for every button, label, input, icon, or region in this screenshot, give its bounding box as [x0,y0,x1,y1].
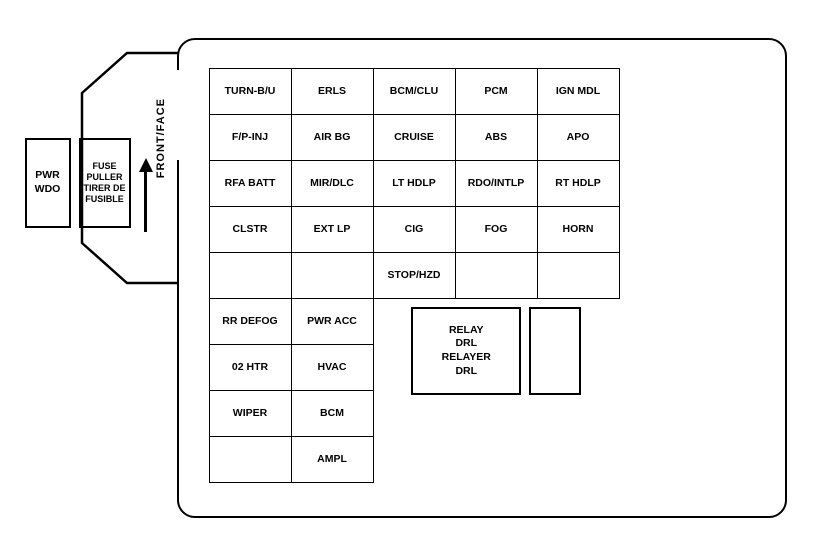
cell-apo: APO [537,115,619,161]
cell-rr-defog: RR DEFOG [209,299,291,345]
front-face-label: FRONT/FACE [155,98,167,178]
arrow-indicator [139,158,153,232]
arrow-shaft [144,172,147,232]
cell-cig: CIG [373,207,455,253]
cell-abs: ABS [455,115,537,161]
fuse-diagram: PWR WDO FUSE PULLERTIRER DEFUSIBLE FRONT… [17,18,797,538]
cell-empty-r5c1 [209,253,291,299]
cell-fp-inj: F/P-INJ [209,115,291,161]
cell-rfa-batt: RFA BATT [209,161,291,207]
cell-turn-bu: TURN-B/U [209,69,291,115]
relay-drl-label: RELAYDRLRELAYERDRL [442,324,491,379]
cell-fog: FOG [455,207,537,253]
cell-rdo-intlp: RDO/INTLP [455,161,537,207]
cell-pwr-acc: PWR ACC [291,299,373,345]
cell-mir-dlc: MIR/DLC [291,161,373,207]
fuse-puller-box: FUSE PULLERTIRER DEFUSIBLE [79,138,131,228]
cell-clstr: CLSTR [209,207,291,253]
cell-hvac: HVAC [291,345,373,391]
cell-cruise: CRUISE [373,115,455,161]
fuse-puller-label: FUSE PULLERTIRER DEFUSIBLE [81,161,129,204]
small-relay-box [529,307,581,395]
pwr-wdo-label: PWR WDO [27,169,69,196]
cell-empty-r5c4 [455,253,537,299]
cell-02-htr: 02 HTR [209,345,291,391]
cell-erls: ERLS [291,69,373,115]
cell-empty-r5c5 [537,253,619,299]
cell-stop-hzd: STOP/HZD [373,253,455,299]
cell-pcm: PCM [455,69,537,115]
cell-bcm: BCM [291,391,373,437]
cell-bcm-clu: BCM/CLU [373,69,455,115]
relay-drl-box: RELAYDRLRELAYERDRL [411,307,521,395]
cell-empty-r9c1 [209,437,291,483]
cell-ampl: AMPL [291,437,373,483]
cell-ign-mdl: IGN MDL [537,69,619,115]
cell-ext-lp: EXT LP [291,207,373,253]
main-fuse-box: TURN-B/U ERLS BCM/CLU PCM IGN MDL F/P-IN… [177,38,787,518]
cell-empty-r5c2 [291,253,373,299]
pwr-wdo-box: PWR WDO [25,138,71,228]
cell-rt-hdlp: RT HDLP [537,161,619,207]
cell-air-bg: AIR BG [291,115,373,161]
cell-lt-hdlp: LT HDLP [373,161,455,207]
fuse-table: TURN-B/U ERLS BCM/CLU PCM IGN MDL F/P-IN… [209,68,620,483]
arrow-head [139,158,153,172]
cell-wiper: WIPER [209,391,291,437]
cell-horn: HORN [537,207,619,253]
